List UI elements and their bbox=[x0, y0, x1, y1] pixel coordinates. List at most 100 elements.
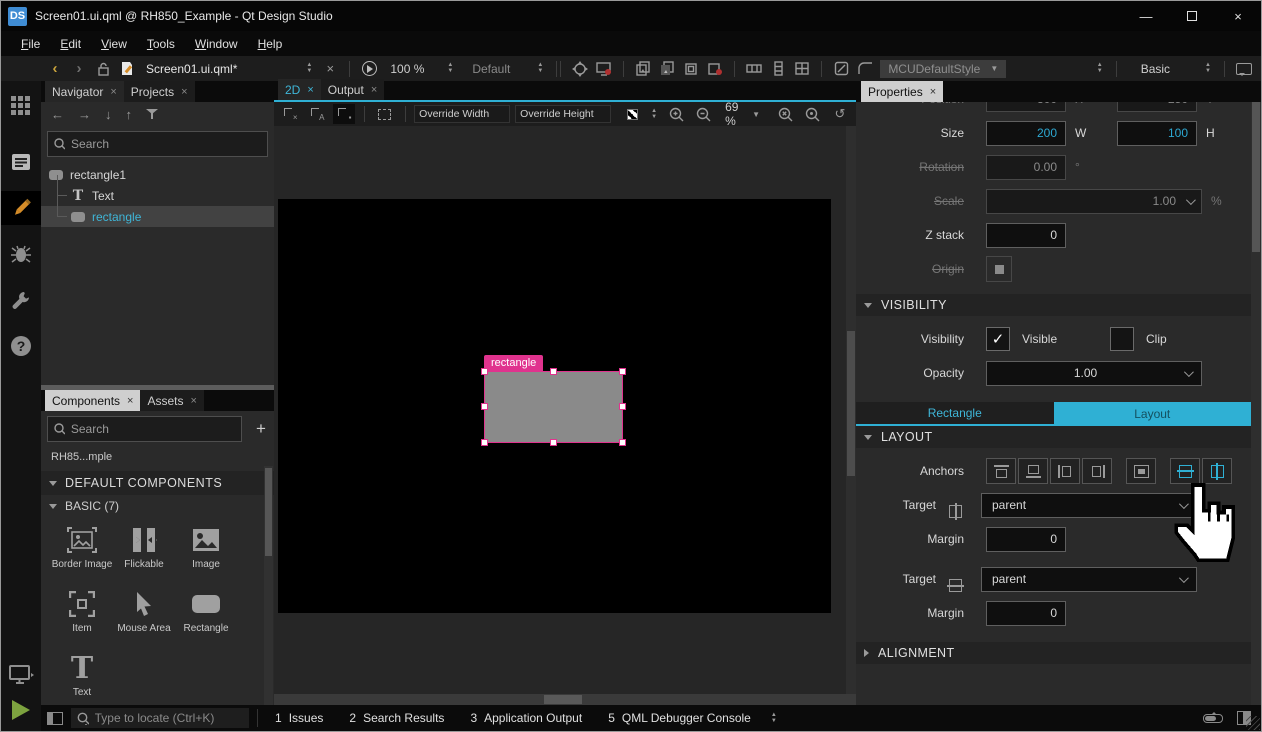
zoom-all-icon[interactable] bbox=[775, 104, 797, 124]
add-module-button[interactable]: + bbox=[248, 419, 274, 439]
rotation-field[interactable]: 0.00 bbox=[986, 155, 1066, 180]
maximize-button[interactable] bbox=[1169, 1, 1215, 31]
section-basic[interactable]: BASIC (7) bbox=[41, 495, 274, 517]
no-snapping-icon[interactable]: × bbox=[279, 104, 301, 124]
properties-scrollbar[interactable] bbox=[1251, 102, 1261, 705]
close-icon[interactable]: × bbox=[110, 86, 116, 98]
resize-handle-w[interactable] bbox=[481, 403, 488, 410]
close-icon[interactable]: × bbox=[181, 86, 187, 98]
component-image[interactable]: Image bbox=[175, 521, 237, 583]
show-bounds-icon[interactable] bbox=[374, 104, 396, 124]
zoom-selection-icon[interactable] bbox=[802, 104, 824, 124]
column-layout-icon[interactable] bbox=[769, 59, 787, 79]
snapping-anchors-icon[interactable]: A bbox=[306, 104, 328, 124]
run-button[interactable] bbox=[1, 693, 41, 727]
tab-rectangle-properties[interactable]: Rectangle bbox=[856, 402, 1054, 426]
anchor-left-button[interactable] bbox=[1050, 458, 1080, 484]
menu-window[interactable]: Window bbox=[185, 37, 248, 51]
close-icon[interactable]: × bbox=[371, 84, 377, 96]
anchor-vertical-center-button[interactable] bbox=[1170, 458, 1200, 484]
edit-mode-button[interactable] bbox=[1, 145, 41, 179]
resize-grip[interactable] bbox=[1246, 716, 1260, 730]
reset-view-icon[interactable]: ↺ bbox=[829, 104, 851, 124]
live-preview-icon[interactable] bbox=[360, 59, 378, 79]
navigator-search[interactable] bbox=[47, 131, 268, 157]
forward-icon[interactable]: › bbox=[70, 59, 88, 79]
background-color-icon[interactable] bbox=[621, 104, 643, 124]
workspace-spinner-icon[interactable]: ▲▼ bbox=[1094, 63, 1106, 74]
resize-handle-ne[interactable] bbox=[619, 368, 626, 375]
close-icon[interactable]: × bbox=[930, 86, 936, 98]
design-mode-button[interactable] bbox=[1, 191, 41, 225]
close-icon[interactable]: × bbox=[307, 84, 313, 96]
resize-handle-se[interactable] bbox=[619, 439, 626, 446]
move-down-icon[interactable]: ↓ bbox=[105, 107, 112, 122]
pane-issues[interactable]: 1Issues bbox=[266, 711, 332, 725]
move-up-icon[interactable]: ↑ bbox=[126, 107, 133, 122]
margin1-field[interactable]: 0 bbox=[986, 527, 1066, 552]
tab-output[interactable]: Output× bbox=[321, 79, 384, 100]
file-spinner-icon[interactable]: ▲▼ bbox=[303, 63, 315, 74]
menu-view[interactable]: View bbox=[91, 37, 137, 51]
build-progress-icon[interactable] bbox=[1203, 714, 1223, 723]
tab-navigator[interactable]: Navigator× bbox=[45, 81, 124, 102]
origin-button[interactable] bbox=[986, 256, 1012, 282]
menu-file[interactable]: File bbox=[11, 37, 50, 51]
unlock-icon[interactable] bbox=[94, 59, 112, 79]
welcome-mode-button[interactable] bbox=[1, 89, 41, 123]
bounding-rect-off-icon[interactable] bbox=[706, 59, 724, 79]
grid-layout-icon[interactable] bbox=[793, 59, 811, 79]
zoom-dropdown-icon[interactable]: ▼ bbox=[752, 110, 770, 119]
resize-handle-n[interactable] bbox=[550, 368, 557, 375]
visibility-section-header[interactable]: VISIBILITY bbox=[856, 294, 1251, 316]
clip-checkbox[interactable] bbox=[1110, 327, 1134, 351]
tree-item-rectangle1[interactable]: rectangle1 bbox=[41, 164, 274, 185]
components-search[interactable] bbox=[47, 416, 242, 442]
minimize-button[interactable]: — bbox=[1123, 1, 1169, 31]
nav-back-icon[interactable]: ← bbox=[51, 107, 64, 122]
locator-input[interactable] bbox=[95, 711, 243, 725]
target1-dropdown[interactable]: parent bbox=[981, 493, 1197, 518]
help-mode-button[interactable]: ? bbox=[1, 329, 41, 363]
menu-help[interactable]: Help bbox=[248, 37, 293, 51]
device-disabled-icon[interactable] bbox=[595, 59, 613, 79]
paste-icon[interactable] bbox=[658, 59, 676, 79]
component-item[interactable]: Item bbox=[51, 585, 113, 647]
kit-selector-button[interactable] bbox=[1, 659, 41, 693]
anchor-fill-button[interactable] bbox=[1126, 458, 1156, 484]
zoom-spinner-icon[interactable]: ▲▼ bbox=[444, 63, 456, 74]
anchor-horizontal-center-button[interactable] bbox=[1202, 458, 1232, 484]
close-icon[interactable]: × bbox=[127, 395, 133, 407]
kit-spinner-icon[interactable]: ▲▼ bbox=[534, 63, 546, 74]
override-height-input[interactable] bbox=[515, 105, 611, 123]
tab-properties[interactable]: Properties× bbox=[861, 81, 943, 102]
device-screen[interactable]: rectangle bbox=[278, 199, 831, 613]
corner-shape-icon[interactable] bbox=[856, 59, 874, 79]
selected-rectangle[interactable]: rectangle bbox=[484, 371, 623, 443]
zoom-out-icon[interactable] bbox=[692, 104, 714, 124]
component-border-image[interactable]: Border Image bbox=[51, 521, 113, 583]
opacity-dropdown[interactable]: 1.00 bbox=[986, 361, 1202, 386]
nav-forward-icon[interactable]: → bbox=[78, 107, 91, 122]
style-selector[interactable]: MCUDefaultStyle ▼ bbox=[880, 60, 1006, 78]
preview-zoom-level[interactable]: 100 % bbox=[384, 62, 438, 76]
anchor-top-button[interactable] bbox=[986, 458, 1016, 484]
scale-dropdown[interactable]: 1.00 bbox=[986, 189, 1202, 214]
feedback-bubble-icon[interactable] bbox=[1235, 59, 1253, 79]
visible-checkbox[interactable]: ✓ bbox=[986, 327, 1010, 351]
menu-edit[interactable]: Edit bbox=[50, 37, 91, 51]
canvas-zoom-level[interactable]: 69 % bbox=[719, 100, 747, 128]
close-icon[interactable]: × bbox=[191, 395, 197, 407]
resize-handle-nw[interactable] bbox=[481, 368, 488, 375]
pane-qml-debugger[interactable]: 5QML Debugger Console bbox=[599, 711, 760, 725]
move-tool-icon[interactable] bbox=[571, 59, 589, 79]
size-width-field[interactable]: 200 bbox=[986, 121, 1066, 146]
margin2-field[interactable]: 0 bbox=[986, 601, 1066, 626]
pane-spinner-icon[interactable]: ▲▼ bbox=[768, 713, 780, 724]
tab-assets[interactable]: Assets× bbox=[140, 390, 203, 411]
2d-canvas[interactable]: rectangle bbox=[274, 126, 856, 694]
theme-selector[interactable]: Basic bbox=[1127, 62, 1196, 76]
resize-handle-sw[interactable] bbox=[481, 439, 488, 446]
resize-handle-e[interactable] bbox=[619, 403, 626, 410]
anchor-bottom-button[interactable] bbox=[1018, 458, 1048, 484]
